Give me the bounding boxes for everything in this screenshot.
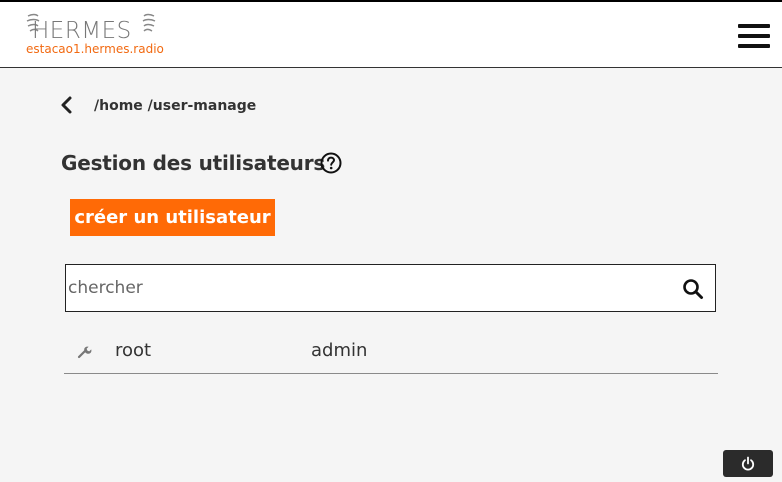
page-title: Gestion des utilisateurs: [61, 151, 326, 175]
search-box: [65, 264, 716, 312]
chevron-left-icon[interactable]: [58, 94, 76, 116]
brand-name: HERMES: [32, 18, 132, 44]
hamburger-menu-icon[interactable]: [738, 22, 770, 50]
question-circle-icon[interactable]: [320, 152, 342, 174]
search-input[interactable]: [68, 265, 668, 311]
user-name: root: [115, 340, 152, 361]
top-bar: HERMES estacao1.hermes.radio: [0, 0, 782, 68]
wrench-icon: [76, 344, 92, 360]
search-icon[interactable]: [682, 278, 704, 300]
hermes-logo[interactable]: HERMES estacao1.hermes.radio: [26, 12, 164, 58]
station-hostname: estacao1.hermes.radio: [26, 42, 164, 56]
power-icon: [741, 456, 755, 471]
create-user-button[interactable]: créer un utilisateur: [70, 199, 275, 236]
breadcrumb: /home /user-manage: [94, 98, 257, 114]
user-role: admin: [311, 340, 368, 361]
user-row[interactable]: root admin: [64, 333, 718, 374]
power-button[interactable]: [723, 450, 773, 477]
